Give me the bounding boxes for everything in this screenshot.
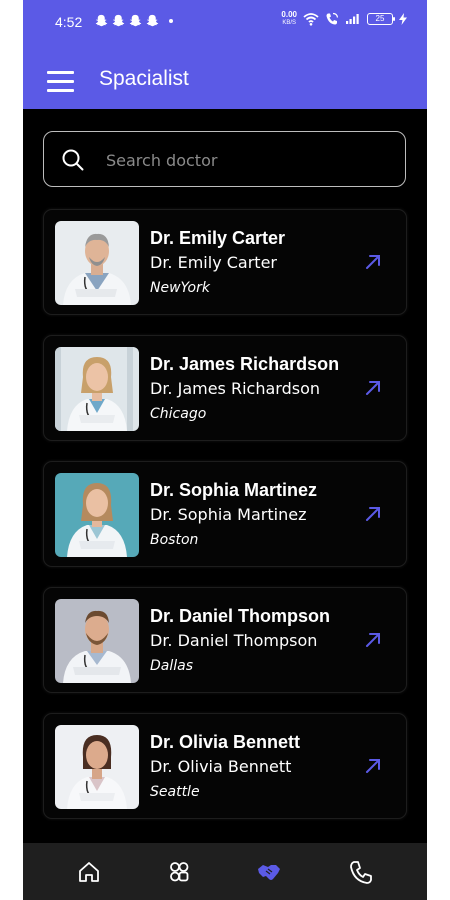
arrow-up-right-icon[interactable] xyxy=(364,505,382,523)
snapchat-icon xyxy=(129,14,142,27)
search-input[interactable] xyxy=(106,146,386,174)
doctor-card[interactable]: Dr. Olivia Bennett Dr. Olivia Bennett Se… xyxy=(43,713,407,819)
doctor-card[interactable]: Dr. James Richardson Dr. James Richardso… xyxy=(43,335,407,441)
doctor-avatar xyxy=(55,221,139,305)
search-bar[interactable] xyxy=(43,131,406,187)
doctor-name: Dr. Emily Carter xyxy=(150,228,286,248)
handshake-icon[interactable] xyxy=(256,859,282,885)
categories-icon[interactable] xyxy=(166,859,192,885)
hamburger-menu-icon[interactable] xyxy=(47,70,75,92)
doctor-name: Dr. Daniel Thompson xyxy=(150,606,331,626)
doctor-card[interactable]: Dr. Daniel Thompson Dr. Daniel Thompson … xyxy=(43,587,407,693)
arrow-up-right-icon[interactable] xyxy=(364,757,382,775)
doctor-avatar xyxy=(55,725,139,809)
arrow-up-right-icon[interactable] xyxy=(364,253,382,271)
speed-value: 0.00 xyxy=(281,10,297,19)
doctor-subtitle: Dr. Olivia Bennett xyxy=(150,757,292,776)
phone-icon[interactable] xyxy=(348,859,374,885)
snapchat-icon xyxy=(95,14,108,27)
search-icon xyxy=(62,149,84,171)
bottom-navigation xyxy=(23,843,427,900)
doctor-city: Chicago xyxy=(150,406,207,422)
doctor-avatar xyxy=(55,599,139,683)
doctor-subtitle: Dr. James Richardson xyxy=(150,379,320,398)
doctor-city: Seattle xyxy=(150,784,200,800)
notification-icons xyxy=(95,14,173,27)
doctor-card[interactable]: Dr. Emily Carter Dr. Emily Carter NewYor… xyxy=(43,209,407,315)
doctor-subtitle: Dr. Sophia Martinez xyxy=(150,505,307,524)
doctor-subtitle: Dr. Emily Carter xyxy=(150,253,277,272)
signal-icon xyxy=(346,14,359,24)
doctor-name: Dr. Sophia Martinez xyxy=(150,480,318,500)
snapchat-icon xyxy=(112,14,125,27)
home-icon[interactable] xyxy=(76,859,102,885)
doctor-city: Dallas xyxy=(150,658,194,674)
snapchat-icon xyxy=(146,14,159,27)
doctor-card[interactable]: Dr. Sophia Martinez Dr. Sophia Martinez … xyxy=(43,461,407,567)
doctor-subtitle: Dr. Daniel Thompson xyxy=(150,631,318,650)
arrow-up-right-icon[interactable] xyxy=(364,631,382,649)
status-bar: 4:52 0.00 KB/S 25 xyxy=(23,0,427,44)
network-speed: 0.00 KB/S xyxy=(281,11,297,27)
doctor-avatar xyxy=(55,473,139,557)
doctor-name: Dr. Olivia Bennett xyxy=(150,732,301,752)
wifi-calling-icon xyxy=(326,12,339,25)
page-title: Spacialist xyxy=(99,67,189,90)
doctor-city: Boston xyxy=(150,532,199,548)
speed-unit: KB/S xyxy=(282,20,297,26)
doctor-avatar xyxy=(55,347,139,431)
status-right: 0.00 KB/S 25 xyxy=(281,11,407,27)
doctor-name: Dr. James Richardson xyxy=(150,354,340,374)
phone-screen: 4:52 0.00 KB/S 25 Spacialist Search doct… xyxy=(23,0,427,900)
more-notifications-dot xyxy=(169,18,173,23)
status-time: 4:52 xyxy=(55,14,83,30)
app-bar: Spacialist xyxy=(23,58,427,102)
header: 4:52 0.00 KB/S 25 Spacialist xyxy=(23,0,427,109)
wifi-icon xyxy=(303,13,319,26)
arrow-up-right-icon[interactable] xyxy=(364,379,382,397)
battery-indicator: 25 xyxy=(367,13,395,25)
doctor-city: NewYork xyxy=(150,280,210,296)
charging-icon xyxy=(399,13,407,25)
